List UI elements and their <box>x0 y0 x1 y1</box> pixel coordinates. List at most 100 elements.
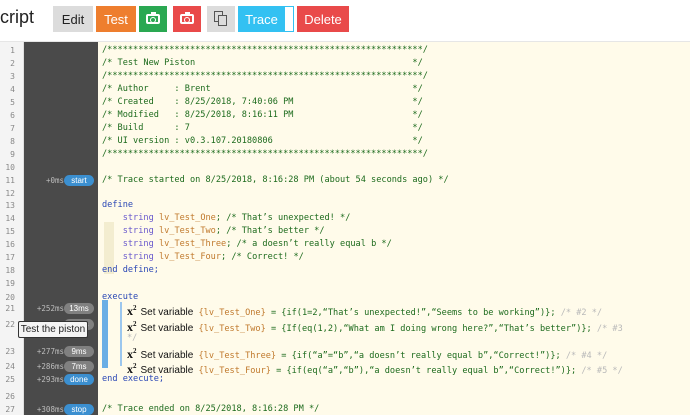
code-line: 22+265ms11msx2Set variable {lv_Test_Two}… <box>0 318 690 334</box>
comment: /***************************************… <box>102 149 428 159</box>
code-line: 25 +293ms done end execute; <box>0 373 690 386</box>
type-keyword: string <box>122 213 154 223</box>
code-text: string lv_Test_Three; /* a doesn’t reall… <box>102 238 392 251</box>
keyword: end execute; <box>102 374 165 384</box>
line-number: 13 <box>5 201 15 210</box>
code-line: 24 +286ms 7ms x2 Set variable {lv_Test_Four}… <box>0 360 690 376</box>
comment: ; /* That’s unexpected! */ <box>215 213 351 223</box>
comment: /* Trace ended on 8/25/2018, 8:16:28 PM … <box>102 404 320 414</box>
code-line: 2 /* Test New Piston */ <box>0 57 690 70</box>
code-line: 19 <box>0 277 690 290</box>
line-number: 19 <box>5 279 15 288</box>
camera-icon <box>180 12 194 24</box>
line-number: 24 <box>5 362 15 371</box>
trace-toggle[interactable] <box>284 6 294 32</box>
code-line: 7 /* Build : 7 */ <box>0 122 690 135</box>
keyword: execute <box>102 292 139 302</box>
tooltip: Test the piston <box>18 321 88 338</box>
trace-time: +252ms <box>36 304 64 313</box>
code-line: 18 end define; <box>0 264 690 277</box>
comment: /* Created : 8/25/2018, 7:40:06 PM */ <box>102 97 423 107</box>
trace-badge: done <box>64 374 94 385</box>
code-text: /* Trace started on 8/25/2018, 8:16:28 P… <box>102 174 449 187</box>
variable-name: lv_Test_Four <box>158 252 222 262</box>
code-line: 6 /* Modified : 8/25/2018, 8:16:11 PM */ <box>0 109 690 122</box>
code-text: /* Author : Brent */ <box>102 83 423 96</box>
line-number: 3 <box>10 72 15 81</box>
camera-delete-button[interactable] <box>173 6 201 32</box>
code-line: 3 /**************************************… <box>0 70 690 83</box>
code-text: /* Modified : 8/25/2018, 8:16:11 PM */ <box>102 109 423 122</box>
code-text: /***************************************… <box>102 148 428 161</box>
code-text: end execute; <box>102 373 164 386</box>
statement-id: /* #2 */ <box>555 308 603 318</box>
code-text: /***************************************… <box>102 44 428 57</box>
code-text: /* Test New Piston */ <box>102 57 423 70</box>
code-line: 13 define <box>0 199 690 212</box>
copy-button[interactable] <box>207 6 235 32</box>
code-line: 16 string lv_Test_Three; /* a doesn’t re… <box>0 238 690 251</box>
variable-name: lv_Test_One <box>158 213 216 223</box>
line-number: 16 <box>5 240 15 249</box>
page-title: cript <box>0 7 35 27</box>
code-line: 9 /**************************************… <box>0 148 690 161</box>
trace-time: +277ms <box>36 347 64 356</box>
code-panel: 1 /**************************************… <box>0 41 690 415</box>
trace-button[interactable]: Trace <box>238 6 285 32</box>
code-line: */ <box>0 332 690 345</box>
line-number: 17 <box>5 253 15 262</box>
line-number: 2 <box>10 59 15 68</box>
code-line: 17 string lv_Test_Four; /* Correct! */ <box>0 251 690 264</box>
keyword: end define; <box>102 265 159 275</box>
trace-badge: stop <box>64 404 94 415</box>
comment: /* Build : 7 */ <box>102 123 423 133</box>
line-number: 21 <box>5 304 15 313</box>
trace-time: +308ms <box>36 405 64 414</box>
trace-badge: 13ms <box>64 303 94 314</box>
trace-time: +293ms <box>36 375 64 384</box>
line-number: 25 <box>5 375 15 384</box>
line-number: 26 <box>5 392 15 401</box>
code-line: 5 /* Created : 8/25/2018, 7:40:06 PM */ <box>0 96 690 109</box>
comment: /* UI version : v0.3.107.20180806 */ <box>102 136 423 146</box>
code-text: /***************************************… <box>102 70 428 83</box>
line-number: 12 <box>5 189 15 198</box>
line-number: 5 <box>10 98 15 107</box>
line-number: 15 <box>5 227 15 236</box>
code-text: */ <box>127 332 137 345</box>
delete-button[interactable]: Delete <box>297 6 349 32</box>
line-number: 7 <box>10 124 15 133</box>
trace-badge: 7ms <box>64 361 94 372</box>
trace-badge: start <box>64 175 94 186</box>
trace-time: +0ms <box>45 176 64 185</box>
code-line: 23 +277ms 9ms x2 Set variable {lv_Test_Three… <box>0 345 690 361</box>
code-text: string lv_Test_One; /* That’s unexpected… <box>102 212 351 225</box>
code-text: /* Created : 8/25/2018, 7:40:06 PM */ <box>102 96 423 109</box>
trace-badge: 9ms <box>64 346 94 357</box>
code-line: 26 <box>0 390 690 403</box>
code-text: string lv_Test_Two; /* That’s better */ <box>102 225 325 238</box>
code-text: /* UI version : v0.3.107.20180806 */ <box>102 135 423 148</box>
variable-ref: {lv_Test_One} <box>198 308 266 318</box>
code-text: /* Build : 7 */ <box>102 122 423 135</box>
code-line: 8 /* UI version : v0.3.107.20180806 */ <box>0 135 690 148</box>
line-number: 11 <box>5 176 15 185</box>
line-number: 6 <box>10 111 15 120</box>
keyword: define <box>102 200 134 210</box>
line-number: 22 <box>5 320 15 329</box>
edit-button[interactable]: Edit <box>53 6 93 32</box>
variable-name: lv_Test_Three <box>158 239 227 249</box>
code-line: 1 /**************************************… <box>0 44 690 57</box>
code-line: 21 +252ms 13ms x2 Set variable {lv_Test_One}… <box>0 302 690 318</box>
line-number: 23 <box>5 347 15 356</box>
line-number: 18 <box>5 266 15 275</box>
test-button[interactable]: Test <box>96 6 136 32</box>
code-line: 10 <box>0 161 690 174</box>
line-number: 27 <box>5 405 15 414</box>
line-number: 9 <box>10 150 15 159</box>
set-variable-icon: x2 <box>127 304 137 318</box>
code-text: string lv_Test_Four; /* Correct! */ <box>102 251 304 264</box>
comment: ; /* a doesn’t really equal b */ <box>226 239 392 249</box>
line-number: 14 <box>5 214 15 223</box>
camera-button[interactable] <box>139 6 167 32</box>
